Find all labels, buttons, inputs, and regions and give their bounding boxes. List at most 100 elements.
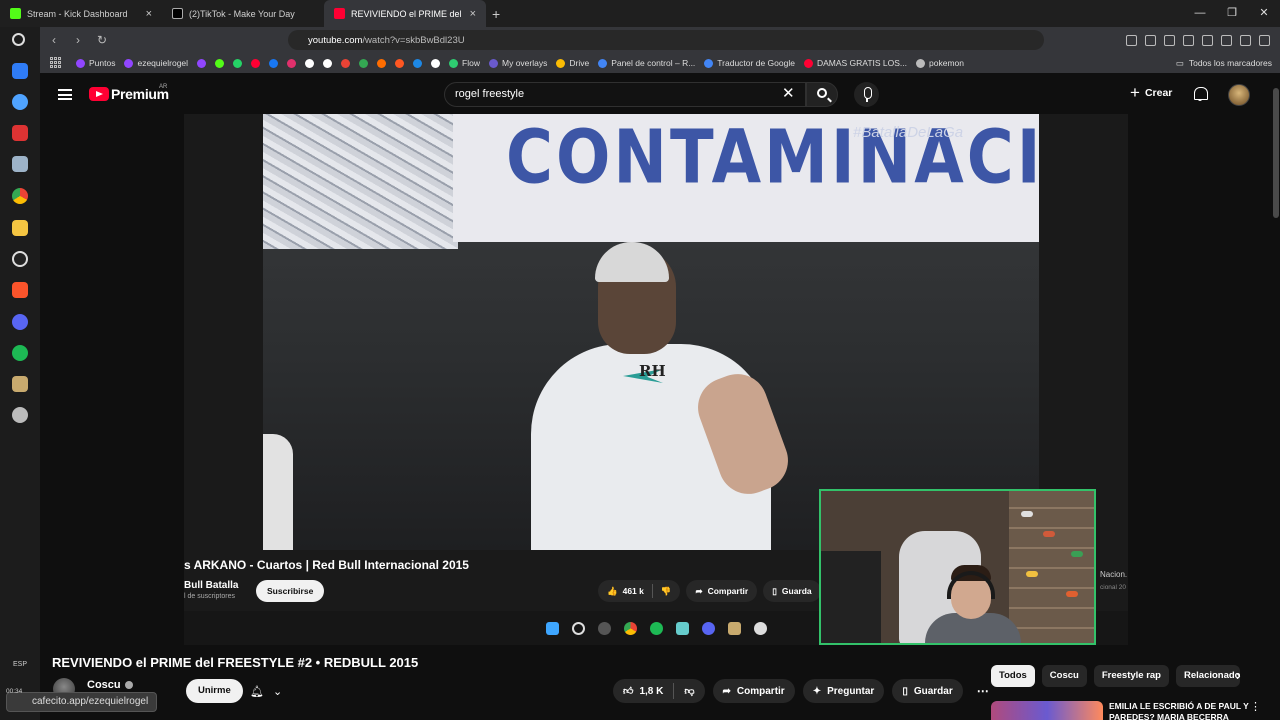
new-tab-button[interactable]: + (492, 6, 500, 22)
media-icon[interactable] (1164, 34, 1175, 46)
channel-name[interactable]: Coscu (87, 679, 133, 691)
bookmark-item[interactable]: Panel de control – R... (598, 58, 695, 68)
close-window-button[interactable]: ✕ (1248, 0, 1280, 27)
chrome-icon[interactable] (12, 188, 28, 204)
bookmark-item[interactable]: DAMAS GRATIS LOS... (803, 58, 907, 68)
bookmark-item[interactable]: ezequielrogel (124, 58, 188, 68)
embedded-subscriber-count: l de suscriptores (184, 593, 235, 600)
recommendation-chips: Todos Coscu Freestyle rap Relacionados (991, 665, 1240, 687)
scrollbar-thumb[interactable] (1273, 88, 1279, 218)
thumbs-up-icon: 👍 (607, 585, 618, 596)
app-icon[interactable] (12, 251, 28, 267)
tab-kick-dashboard[interactable]: Stream - Kick Dashboard × (0, 0, 162, 27)
app-icon (754, 622, 767, 635)
league-icon[interactable] (12, 376, 28, 392)
search-icon (817, 88, 827, 98)
more-icon[interactable]: ⋮ (1250, 700, 1261, 713)
chip-coscu[interactable]: Coscu (1041, 665, 1087, 687)
search-button[interactable] (806, 82, 838, 107)
share-icon: ➦ (695, 585, 703, 596)
bookmark-item[interactable] (341, 58, 351, 68)
all-bookmarks[interactable]: ▭ Todos los marcadores (1176, 53, 1272, 73)
dislike-button[interactable]: 👎︎ (684, 685, 694, 697)
tab-tiktok[interactable]: (2)TikTok - Make Your Day (162, 0, 324, 27)
bookmark-item[interactable] (251, 58, 261, 68)
bookmark-item[interactable]: Puntos (76, 58, 115, 68)
bookmark-item[interactable] (305, 58, 315, 68)
minimize-button[interactable]: — (1184, 0, 1216, 27)
forward-icon[interactable]: › (68, 33, 88, 47)
embedded-side-title: Nacion. (1100, 570, 1128, 579)
reload-icon[interactable]: ↻ (92, 33, 112, 47)
like-button[interactable]: 👍︎ 1,8 K (623, 685, 663, 698)
bookmark-item[interactable]: Drive (556, 58, 589, 68)
menu-icon[interactable] (1259, 34, 1270, 46)
clear-search-icon[interactable]: ✕ (782, 86, 795, 101)
chip-freestyle-rap[interactable]: Freestyle rap (1093, 665, 1169, 687)
extension-icon[interactable] (1145, 34, 1156, 46)
search-icon[interactable] (12, 33, 25, 46)
bookmark-item[interactable] (377, 58, 387, 68)
bookmark-item[interactable] (395, 58, 405, 68)
apps-grid-icon[interactable] (50, 57, 61, 68)
notifications-bell-icon[interactable] (1193, 87, 1208, 102)
folder-icon[interactable] (12, 220, 28, 236)
notification-settings-button[interactable]: 🔔︎ ⌄ (243, 679, 289, 703)
page-scrollbar[interactable] (1272, 76, 1280, 720)
recommended-video-title[interactable]: EMILIA LE ESCRIBIÓ A DE PAUL Y PAREDES? … (1109, 701, 1249, 720)
embedded-actions: 👍 461 k 👎 ➦ Compartir ▯ Guarda (598, 580, 821, 602)
bookmark-item[interactable] (359, 58, 369, 68)
bookmark-item[interactable] (413, 58, 423, 68)
bookmark-item[interactable] (215, 58, 225, 68)
discord-icon[interactable] (12, 314, 28, 330)
account-avatar[interactable] (1228, 84, 1250, 106)
create-button[interactable]: + Crear (1130, 84, 1172, 101)
bookmark-item[interactable]: Flow (449, 58, 480, 68)
close-tab-icon[interactable]: × (146, 8, 152, 20)
recommended-video-thumbnail[interactable] (991, 701, 1103, 720)
app-icon[interactable] (12, 63, 28, 79)
bookmark-item[interactable] (269, 58, 279, 68)
wallet-icon[interactable] (1202, 34, 1213, 46)
join-button[interactable]: Unirme (186, 679, 243, 703)
ask-button[interactable]: ✦ Preguntar (802, 679, 885, 703)
app-icon[interactable] (12, 125, 28, 141)
chip-relacionados[interactable]: Relacionados (1176, 665, 1240, 687)
search-input[interactable]: rogel freestyle (444, 82, 806, 107)
language-indicator[interactable]: ESP (0, 661, 40, 668)
bookmark-item[interactable]: My overlays (489, 58, 547, 68)
url-field[interactable]: youtube.com/watch?v=skbBwBdl23U (288, 30, 1044, 50)
youtube-logo-icon[interactable] (89, 87, 109, 101)
video-title: REVIVIENDO el PRIME del FREESTYLE #2 • R… (52, 655, 419, 670)
bookmark-item[interactable]: Traductor de Google (704, 58, 795, 68)
sidebar-icon[interactable] (1183, 34, 1194, 46)
maximize-button[interactable]: ❐ (1216, 0, 1248, 27)
bookmark-item[interactable] (431, 58, 441, 68)
chip-todos[interactable]: Todos (991, 665, 1035, 687)
voice-search-icon[interactable] (854, 82, 879, 107)
app-icon[interactable] (12, 407, 28, 423)
bookmark-icon (197, 58, 207, 68)
bookmark-item[interactable] (233, 58, 243, 68)
extension-icon[interactable] (1126, 34, 1137, 46)
close-tab-icon[interactable]: × (470, 8, 476, 20)
discord-icon (702, 622, 715, 635)
bookmark-item[interactable] (197, 58, 207, 68)
bookmark-item[interactable]: pokemon (916, 58, 964, 68)
brave-icon[interactable] (12, 282, 28, 298)
bookmark-icon (803, 58, 813, 68)
menu-icon[interactable] (58, 89, 72, 100)
back-icon[interactable]: ‹ (44, 33, 64, 47)
bookmark-item[interactable] (323, 58, 333, 68)
ai-icon[interactable] (1221, 34, 1232, 46)
tab-youtube-video[interactable]: REVIVIENDO el PRIME del FRE × (324, 0, 486, 27)
save-button[interactable]: ▯ Guardar (892, 679, 963, 703)
app-icon[interactable] (12, 156, 28, 172)
embedded-video-title: s ARKANO - Cuartos | Red Bull Internacio… (184, 558, 469, 572)
share-button[interactable]: ➦ Compartir (712, 679, 795, 703)
bookmark-item[interactable] (287, 58, 297, 68)
chevron-right-icon[interactable]: › (1236, 667, 1241, 683)
app-icon[interactable] (12, 94, 28, 110)
vpn-icon[interactable] (1240, 34, 1251, 46)
spotify-icon[interactable] (12, 345, 28, 361)
